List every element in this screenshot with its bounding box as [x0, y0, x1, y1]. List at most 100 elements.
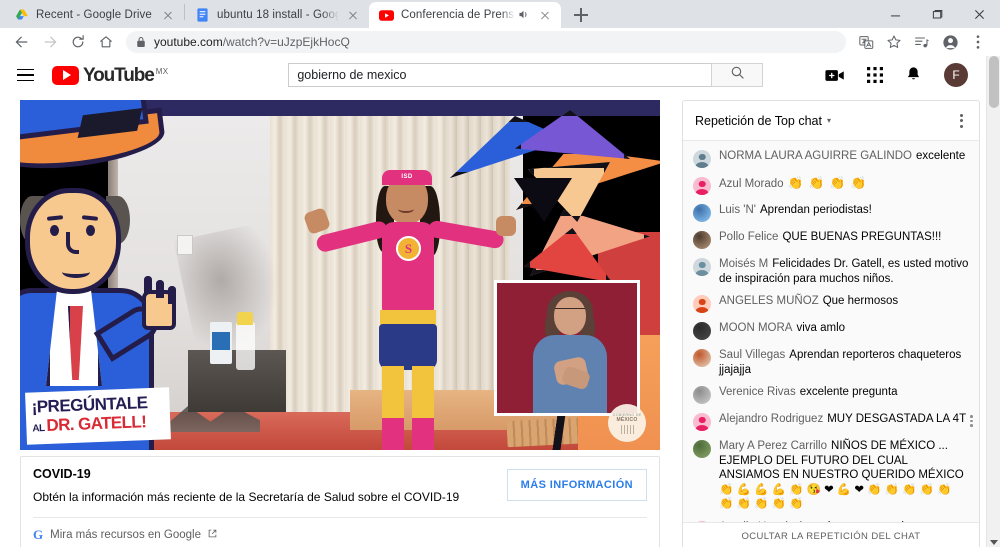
banner-gatell: DR. GATELL! [46, 412, 147, 435]
chevron-down-icon[interactable]: ▾ [827, 116, 831, 125]
youtube-country-code: MX [155, 66, 169, 76]
tab-title: Conferencia de Prensa [401, 9, 515, 21]
page-scrollbar[interactable] [986, 56, 1000, 547]
hamburger-menu-icon[interactable] [14, 63, 38, 87]
chat-author-avatar[interactable] [693, 440, 711, 458]
chat-author-avatar[interactable] [693, 322, 711, 340]
covid19-info-card: COVID-19 Obtén la información más recien… [20, 456, 660, 547]
scrollbar-thumb[interactable] [989, 56, 999, 108]
window-controls [874, 0, 1000, 28]
browser-tab-1[interactable]: Recent - Google Drive [4, 2, 184, 28]
chat-message-author[interactable]: Azul Morado [719, 178, 784, 190]
video-headband: ISD [382, 170, 432, 185]
chat-message-menu-icon[interactable] [970, 415, 973, 427]
browser-tab-3-active[interactable]: Conferencia de Prensa [369, 2, 561, 28]
chat-message: Mary A Perez Carrillo NIÑOS DE MÉXICO ...… [683, 435, 979, 516]
create-video-icon[interactable] [825, 68, 845, 83]
chat-message-text: NORMA LAURA AGUIRRE GALINDO excelente [719, 149, 969, 164]
tab-title: Recent - Google Drive [36, 9, 152, 21]
chat-author-avatar[interactable] [693, 349, 711, 367]
youtube-logo[interactable]: YouTube MX [52, 65, 169, 85]
chat-author-avatar[interactable] [693, 150, 711, 168]
chat-author-avatar[interactable] [693, 231, 711, 249]
bookmark-star-icon[interactable] [880, 28, 908, 56]
chat-message-author[interactable]: NORMA LAURA AGUIRRE GALINDO [719, 150, 912, 162]
chat-author-avatar[interactable] [693, 258, 711, 276]
chest-emblem: S [396, 236, 421, 261]
back-button[interactable] [8, 28, 36, 56]
tab-audio-playing-icon[interactable] [517, 8, 531, 22]
chat-author-avatar[interactable] [693, 295, 711, 313]
tab-close-button[interactable] [345, 7, 361, 23]
header-icons: F [825, 63, 986, 87]
scrollbar-down-arrow[interactable] [990, 540, 998, 545]
translate-icon[interactable] [852, 28, 880, 56]
chat-message-list[interactable]: NORMA LAURA AGUIRRE GALINDO excelente Azul… [683, 141, 979, 522]
chat-message-text: Azul Morado 👏 👏 👏 👏 [719, 176, 969, 192]
close-window-button[interactable] [958, 0, 1000, 28]
chat-message-text: Saul Villegas Aprendan reporteros chaquet… [719, 348, 969, 377]
new-tab-button[interactable] [567, 2, 595, 28]
chat-message-author[interactable]: Alejandro Rodriguez [719, 413, 823, 425]
chat-author-avatar[interactable] [693, 177, 711, 195]
logo-stripes [620, 424, 634, 434]
covid-footer-text: Mira más recursos en Google [50, 529, 201, 541]
profile-icon[interactable] [936, 28, 964, 56]
home-button[interactable] [92, 28, 120, 56]
reload-button[interactable] [64, 28, 92, 56]
headband-text: ISD [401, 174, 413, 180]
chat-message-author[interactable]: Luis 'N' [719, 204, 756, 216]
covid-more-info-button[interactable]: MÁS INFORMACIÓN [506, 469, 647, 501]
chat-message: Alejandro Rodriguez MUY DESGASTADA LA 4T [683, 408, 979, 435]
chat-author-avatar[interactable] [693, 204, 711, 222]
tab-close-button[interactable] [160, 7, 176, 23]
video-spray-bottle [236, 312, 255, 370]
chat-author-avatar[interactable] [693, 520, 711, 522]
chat-message-author[interactable]: ANGELES MUÑOZ [719, 295, 819, 307]
google-docs-icon [195, 8, 210, 23]
apps-grid-icon[interactable] [867, 67, 883, 83]
user-avatar[interactable]: F [944, 63, 968, 87]
media-playlist-icon[interactable] [908, 28, 936, 56]
chat-hide-replay-button[interactable]: OCULTAR LA REPETICIÓN DEL CHAT [683, 522, 979, 547]
chat-message-body: 👏 👏 👏 👏 [787, 176, 868, 190]
maximize-button[interactable] [916, 0, 958, 28]
chat-message-author[interactable]: Moisés M [719, 258, 768, 270]
chat-message-author[interactable]: MOON MORA [719, 322, 792, 334]
chat-message-author[interactable]: Mary A Perez Carrillo [719, 440, 827, 452]
chat-author-avatar[interactable] [693, 386, 711, 404]
primary-column: ISD S GOBIERNO DE MÉXICO ¡PREGÚNTALE AL … [0, 95, 660, 547]
video-light-switch [177, 235, 193, 255]
covid-card-footer-link[interactable]: G Mira más recursos en Google [33, 518, 647, 547]
sign-language-interpreter-inset [494, 280, 640, 416]
chat-message: MOON MORA viva amlo [683, 317, 979, 344]
browser-tab-2[interactable]: ubuntu 18 install - Google [185, 2, 369, 28]
search-area: gobierno de mexico [288, 63, 764, 87]
chat-menu-icon[interactable] [956, 110, 967, 132]
chat-message: Azul Morado 👏 👏 👏 👏 [683, 172, 979, 199]
covid-card-description: Obtén la información más reciente de la … [33, 490, 460, 504]
video-player[interactable]: ISD S GOBIERNO DE MÉXICO ¡PREGÚNTALE AL … [20, 100, 660, 450]
lock-icon [136, 36, 146, 48]
search-icon [730, 65, 745, 85]
chat-message-author[interactable]: Aurelio Hernández [719, 521, 814, 523]
chat-author-avatar[interactable] [693, 413, 711, 431]
chat-message-author[interactable]: Verenice Rivas [719, 386, 796, 398]
chat-message: Pollo Felice QUE BUENAS PREGUNTAS!!! [683, 226, 979, 253]
forward-button[interactable] [36, 28, 64, 56]
chrome-menu-icon[interactable] [964, 28, 992, 56]
tab-close-button[interactable] [537, 7, 553, 23]
chat-message-author[interactable]: Saul Villegas [719, 349, 785, 361]
external-link-icon [208, 529, 217, 541]
url-host: youtube.com [154, 35, 223, 49]
chat-message: Luis 'N' Aprendan periodistas! [683, 199, 979, 226]
notifications-bell-icon[interactable] [905, 66, 922, 84]
chat-message-author[interactable]: Pollo Felice [719, 231, 778, 243]
search-button[interactable] [711, 63, 764, 87]
youtube-page: YouTube MX gobierno de mexico F ISD S GO… [0, 56, 1000, 547]
address-bar[interactable]: youtube.com/watch?v=uJzpEjkHocQ [126, 31, 846, 53]
google-g-icon: G [33, 527, 44, 542]
search-input[interactable]: gobierno de mexico [288, 63, 712, 87]
minimize-button[interactable] [874, 0, 916, 28]
google-drive-icon [14, 8, 29, 23]
